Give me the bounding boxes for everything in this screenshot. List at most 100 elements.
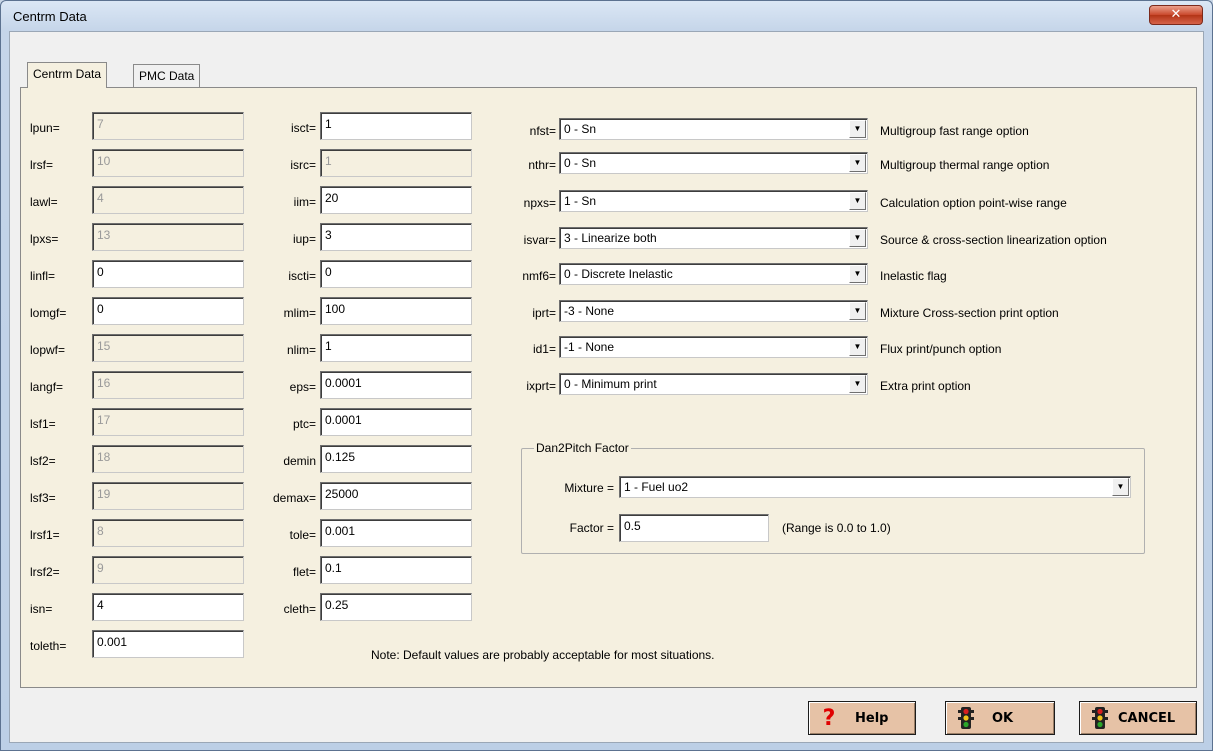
select-value: 0 - Sn: [564, 156, 597, 170]
window-title: Centrm Data: [13, 9, 87, 24]
lsf1-field[interactable]: 17: [92, 408, 244, 436]
nlim-field[interactable]: 1: [320, 334, 472, 362]
lopwf-field[interactable]: 15: [92, 334, 244, 362]
cancel-button[interactable]: CANCEL: [1079, 701, 1197, 735]
ok-button-label: OK: [992, 710, 1014, 726]
isvar-select[interactable]: 3 - Linearize both ▼: [559, 227, 868, 249]
field-label: ptc=: [292, 417, 316, 431]
option-label: ixprt=: [526, 379, 556, 393]
field-label: isrc=: [290, 158, 316, 172]
factor-field[interactable]: 0.5: [619, 514, 769, 542]
iprt-select[interactable]: -3 - None ▼: [559, 300, 868, 322]
lpxs-field[interactable]: 13: [92, 223, 244, 251]
close-icon: ✕: [1170, 7, 1182, 22]
option-description: Multigroup fast range option: [880, 124, 1029, 138]
lsf2-field[interactable]: 18: [92, 445, 244, 473]
chevron-down-icon[interactable]: ▼: [849, 265, 866, 283]
ptc-field[interactable]: 0.0001: [320, 408, 472, 436]
group-title: Dan2Pitch Factor: [534, 441, 631, 455]
lpun-field[interactable]: 7: [92, 112, 244, 140]
field-label: linfl=: [30, 269, 56, 283]
option-description: Inelastic flag: [880, 269, 947, 283]
eps-field[interactable]: 0.0001: [320, 371, 472, 399]
iim-field[interactable]: 20: [320, 186, 472, 214]
cancel-button-label: CANCEL: [1118, 710, 1176, 726]
option-description: Mixture Cross-section print option: [880, 306, 1059, 320]
chevron-down-icon[interactable]: ▼: [849, 338, 866, 356]
flet-field[interactable]: 0.1: [320, 556, 472, 584]
note-text: Note: Default values are probably accept…: [371, 648, 715, 662]
close-button[interactable]: ✕: [1149, 5, 1203, 25]
select-value: -1 - None: [564, 340, 615, 354]
option-description: Source & cross-section linearization opt…: [880, 233, 1107, 247]
isn-field[interactable]: 4: [92, 593, 244, 621]
range-hint: (Range is 0.0 to 1.0): [782, 521, 891, 535]
tab-pmc-data-label: PMC Data: [139, 69, 195, 83]
help-button[interactable]: ? Help: [808, 701, 916, 735]
lawl-field[interactable]: 4: [92, 186, 244, 214]
cleth-field[interactable]: 0.25: [320, 593, 472, 621]
langf-field[interactable]: 16: [92, 371, 244, 399]
mixture-select[interactable]: 1 - Fuel uo2 ▼: [619, 476, 1131, 498]
iup-field[interactable]: 3: [320, 223, 472, 251]
field-label: nlim=: [286, 343, 316, 357]
chevron-down-icon[interactable]: ▼: [849, 120, 866, 138]
field-label: demax=: [272, 491, 316, 505]
field-label: lpun=: [30, 121, 60, 135]
mlim-field[interactable]: 100: [320, 297, 472, 325]
lrsf1-field[interactable]: 8: [92, 519, 244, 547]
tab-pmc-data[interactable]: PMC Data: [133, 64, 201, 88]
nmf6-select[interactable]: 0 - Discrete Inelastic ▼: [559, 263, 868, 285]
field-label: lpxs=: [30, 232, 59, 246]
tab-centrm-data[interactable]: Centrm Data: [27, 62, 108, 88]
field-label: lsf2=: [30, 454, 56, 468]
field-label: lrsf2=: [30, 565, 60, 579]
field-label: lopwf=: [30, 343, 66, 357]
ok-button[interactable]: OK: [945, 701, 1055, 735]
tole-field[interactable]: 0.001: [320, 519, 472, 547]
lomgf-field[interactable]: 0: [92, 297, 244, 325]
lsf3-field[interactable]: 19: [92, 482, 244, 510]
option-label: isvar=: [523, 233, 556, 247]
chevron-down-icon[interactable]: ▼: [1112, 478, 1129, 496]
option-description: Multigroup thermal range option: [880, 158, 1050, 172]
chevron-down-icon[interactable]: ▼: [849, 154, 866, 172]
chevron-down-icon[interactable]: ▼: [849, 375, 866, 393]
question-mark-icon: ?: [822, 705, 836, 731]
lrsf2-field[interactable]: 9: [92, 556, 244, 584]
linfl-field[interactable]: 0: [92, 260, 244, 288]
field-label: lrsf1=: [30, 528, 60, 542]
help-button-label: Help: [855, 710, 889, 726]
select-value: 0 - Discrete Inelastic: [564, 267, 673, 281]
chevron-down-icon[interactable]: ▼: [849, 229, 866, 247]
toleth-field[interactable]: 0.001: [92, 630, 244, 658]
field-label: isn=: [30, 602, 53, 616]
mixture-label: Mixture =: [564, 481, 614, 495]
field-label: demin: [283, 454, 316, 468]
dan2pitch-groupbox: [521, 448, 1145, 554]
option-label: nthr=: [528, 158, 556, 172]
option-description: Extra print option: [880, 379, 971, 393]
isct-field[interactable]: 1: [320, 112, 472, 140]
npxs-select[interactable]: 1 - Sn ▼: [559, 190, 868, 212]
chevron-down-icon[interactable]: ▼: [849, 302, 866, 320]
nfst-select[interactable]: 0 - Sn ▼: [559, 118, 868, 140]
field-label: lsf3=: [30, 491, 56, 505]
option-label: nmf6=: [522, 269, 556, 283]
field-label: lomgf=: [30, 306, 67, 320]
factor-label: Factor =: [569, 521, 614, 535]
title-bar[interactable]: Centrm Data ✕: [1, 1, 1212, 31]
traffic-light-icon: [956, 706, 976, 730]
id1-select[interactable]: -1 - None ▼: [559, 336, 868, 358]
field-label: cleth=: [283, 602, 316, 616]
isrc-field[interactable]: 1: [320, 149, 472, 177]
demin-field[interactable]: 0.125: [320, 445, 472, 473]
ixprt-select[interactable]: 0 - Minimum print ▼: [559, 373, 868, 395]
iscti-field[interactable]: 0: [320, 260, 472, 288]
select-value: 1 - Sn: [564, 194, 597, 208]
chevron-down-icon[interactable]: ▼: [849, 192, 866, 210]
nthr-select[interactable]: 0 - Sn ▼: [559, 152, 868, 174]
lrsf-field[interactable]: 10: [92, 149, 244, 177]
demax-field[interactable]: 25000: [320, 482, 472, 510]
option-label: npxs=: [523, 196, 556, 210]
